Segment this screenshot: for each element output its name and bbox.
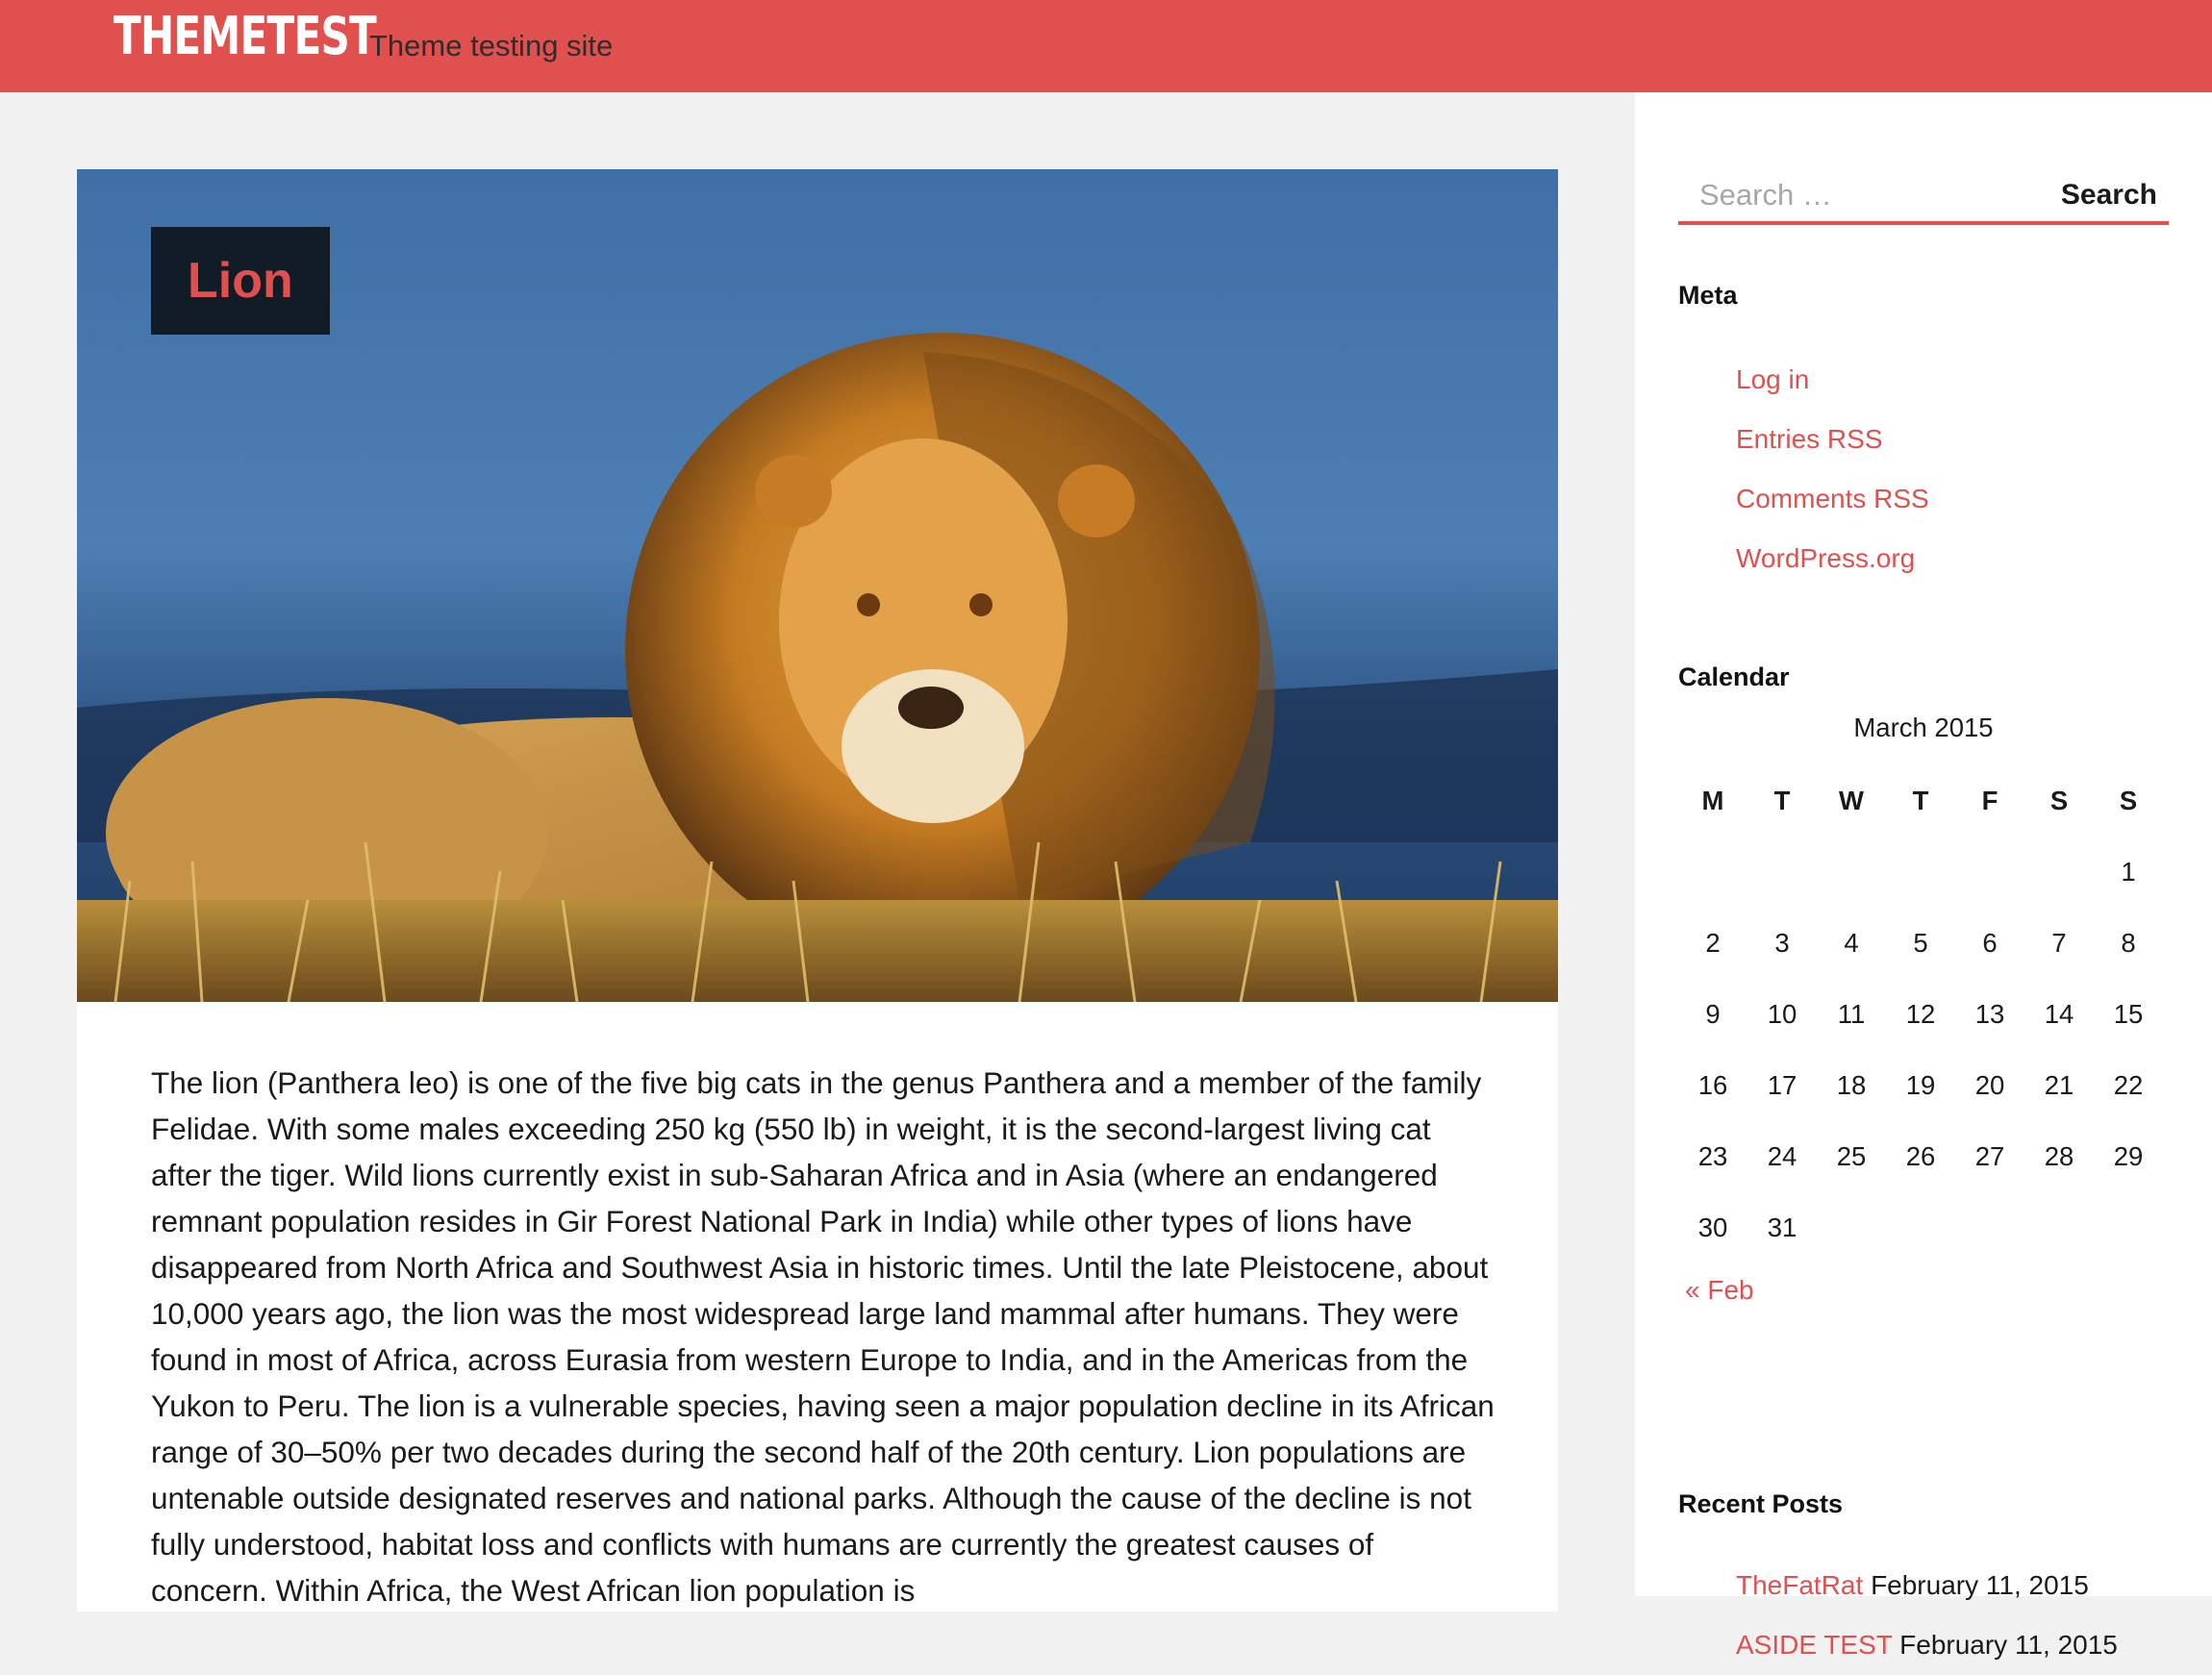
calendar-weekday: S bbox=[2119, 786, 2138, 815]
calendar-day: 10 bbox=[1767, 999, 1797, 1029]
calendar-empty-cell bbox=[1817, 837, 1886, 908]
widget-title-meta: Meta bbox=[1678, 281, 1738, 310]
calendar-day: 20 bbox=[1974, 1070, 2005, 1100]
calendar-day: 4 bbox=[1844, 928, 1859, 958]
calendar-grid: M T W T F S S 1 2 3 4 5 6 7 8 9 10 11 12 13 14 15 16 17 18 19 20 21… bbox=[1678, 765, 2169, 1263]
calendar-day: 25 bbox=[1836, 1141, 1867, 1171]
calendar-day: 21 bbox=[2044, 1070, 2074, 1100]
calendar-day: 28 bbox=[2044, 1141, 2074, 1171]
article-card: Lion The lion (Panthera leo) is one of t… bbox=[77, 169, 1558, 1612]
list-item: Comments RSS bbox=[1736, 469, 1929, 529]
post-date: February 11, 2015 bbox=[1899, 1630, 2118, 1660]
calendar-empty-cell bbox=[1747, 837, 1817, 908]
calendar-weekday: S bbox=[2049, 786, 2069, 815]
calendar-day: 12 bbox=[1905, 999, 1936, 1029]
calendar-empty-cell bbox=[1955, 837, 2024, 908]
meta-link-comments-rss[interactable]: Comments RSS bbox=[1736, 484, 1929, 513]
calendar-day: 3 bbox=[1774, 928, 1790, 958]
calendar-prev-link[interactable]: « Feb bbox=[1685, 1275, 1754, 1306]
calendar-empty-cell bbox=[1817, 1192, 1886, 1263]
entry-title-box: Lion bbox=[151, 227, 330, 335]
calendar-empty-cell bbox=[1886, 1192, 1955, 1263]
meta-link-log-in[interactable]: Log in bbox=[1736, 364, 1809, 394]
calendar-day: 8 bbox=[2121, 928, 2136, 958]
list-item: ASIDE TEST February 11, 2015 bbox=[1736, 1615, 2118, 1675]
recent-posts-list: TheFatRat February 11, 2015 ASIDE TEST F… bbox=[1736, 1556, 2118, 1675]
widget-title-calendar: Calendar bbox=[1678, 662, 1790, 691]
calendar-empty-cell bbox=[1886, 837, 1955, 908]
calendar-caption: March 2015 bbox=[1853, 712, 1994, 742]
calendar-day: 29 bbox=[2113, 1141, 2144, 1171]
calendar-empty-cell bbox=[2024, 1192, 2094, 1263]
calendar-weekday: T bbox=[1773, 786, 1791, 815]
calendar-day: 11 bbox=[1837, 999, 1866, 1029]
calendar-day: 19 bbox=[1905, 1070, 1936, 1100]
entry-paragraph: The lion (Panthera leo) is one of the fi… bbox=[151, 1065, 1495, 1608]
site-description: Theme testing site bbox=[369, 29, 614, 62]
list-item: WordPress.org bbox=[1736, 529, 1929, 588]
search-button[interactable]: Search bbox=[2061, 169, 2157, 221]
calendar-day: 23 bbox=[1697, 1141, 1728, 1171]
site-header: THEMETEST Theme testing site bbox=[0, 0, 2212, 92]
calendar-day: 1 bbox=[2121, 857, 2136, 887]
calendar-day: 30 bbox=[1697, 1212, 1728, 1242]
calendar-weekday: W bbox=[1839, 786, 1864, 815]
calendar-day: 27 bbox=[1974, 1141, 2005, 1171]
site-title[interactable]: THEMETEST bbox=[113, 6, 377, 67]
calendar-day: 16 bbox=[1697, 1070, 1728, 1100]
calendar-day: 26 bbox=[1905, 1141, 1936, 1171]
calendar-day: 17 bbox=[1767, 1070, 1797, 1100]
calendar-day: 6 bbox=[1982, 928, 1998, 958]
meta-link-entries-rss[interactable]: Entries RSS bbox=[1736, 424, 1883, 454]
search-input[interactable] bbox=[1699, 169, 2007, 221]
calendar-empty-cell bbox=[2094, 1192, 2163, 1263]
calendar-day: 15 bbox=[2113, 999, 2144, 1029]
recent-post-link[interactable]: ASIDE TEST bbox=[1736, 1630, 1892, 1660]
calendar-weekday: F bbox=[1981, 786, 1998, 815]
list-item: Log in bbox=[1736, 350, 1929, 410]
entry-title[interactable]: Lion bbox=[188, 252, 293, 310]
calendar-weekday: M bbox=[1701, 786, 1724, 815]
post-date: February 11, 2015 bbox=[1871, 1570, 2089, 1600]
search-form: Search bbox=[1678, 169, 2169, 225]
calendar-day: 22 bbox=[2113, 1070, 2144, 1100]
calendar-day: 24 bbox=[1767, 1141, 1797, 1171]
calendar-day: 9 bbox=[1705, 999, 1721, 1029]
list-item: Entries RSS bbox=[1736, 410, 1929, 469]
calendar-empty-cell bbox=[1678, 837, 1747, 908]
calendar-day: 31 bbox=[1767, 1212, 1797, 1242]
calendar-weekday: T bbox=[1912, 786, 1929, 815]
calendar-day: 5 bbox=[1913, 928, 1928, 958]
sidebar: Search Meta Log in Entries RSS Comments … bbox=[1635, 92, 2212, 1660]
list-item: TheFatRat February 11, 2015 bbox=[1736, 1556, 2118, 1615]
calendar-day: 13 bbox=[1974, 999, 2005, 1029]
calendar-day: 7 bbox=[2051, 928, 2067, 958]
meta-link-wordpress-org[interactable]: WordPress.org bbox=[1736, 543, 1915, 573]
featured-image: Lion bbox=[77, 169, 1558, 1002]
entry-content: The lion (Panthera leo) is one of the fi… bbox=[151, 1060, 1497, 1613]
calendar-empty-cell bbox=[2024, 837, 2094, 908]
calendar-empty-cell bbox=[1955, 1192, 2024, 1263]
calendar-day: 2 bbox=[1705, 928, 1721, 958]
widget-title-recent-posts: Recent Posts bbox=[1678, 1489, 1844, 1518]
meta-list: Log in Entries RSS Comments RSS WordPres… bbox=[1736, 350, 1929, 588]
recent-post-link[interactable]: TheFatRat bbox=[1736, 1570, 1863, 1600]
calendar-day: 14 bbox=[2044, 999, 2074, 1029]
calendar-day: 18 bbox=[1836, 1070, 1867, 1100]
calendar: March 2015 M T W T F S S 1 2 3 4 5 6 7 8 9 10 11 12 13 14 15 1… bbox=[1678, 708, 2169, 1263]
